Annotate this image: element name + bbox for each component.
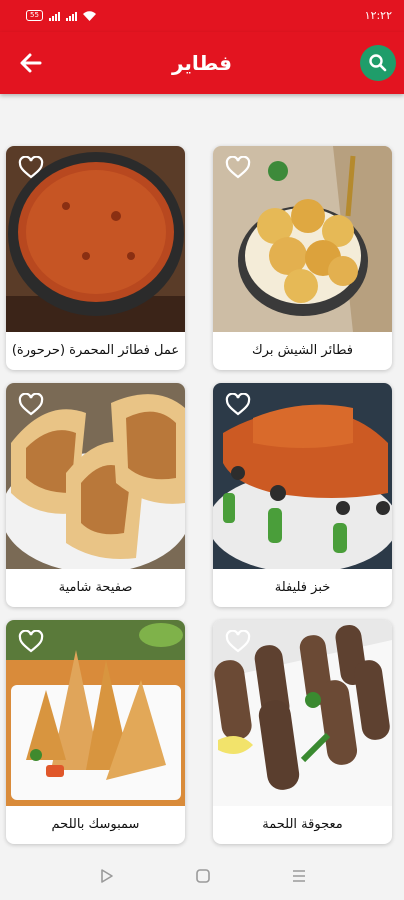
recipe-title: صفيحة شامية [58, 580, 133, 595]
recipe-card[interactable]: معجوقة اللحمة [213, 620, 392, 844]
heart-outline-icon[interactable] [225, 156, 251, 180]
status-time: ١٢:٢٢ [364, 9, 392, 22]
recipe-card[interactable]: خبز فليفلة [213, 383, 392, 607]
signal-icon [49, 12, 60, 21]
system-nav-bar [0, 852, 404, 900]
home-nav-icon[interactable] [195, 868, 211, 884]
search-icon [369, 54, 387, 72]
recipe-card[interactable]: صفيحة شامية [6, 383, 185, 607]
recipe-card[interactable]: فطائر الشيش برك [213, 146, 392, 370]
recipe-card[interactable]: عمل فطائر المحمرة (حرحورة) [6, 146, 185, 370]
status-bar: 55 ١٢:٢٢ [0, 0, 404, 32]
app-bar: فطاير [0, 32, 404, 94]
recipe-title: عمل فطائر المحمرة (حرحورة) [11, 343, 180, 358]
heart-outline-icon[interactable] [18, 393, 44, 417]
recipe-title: خبز فليفلة [274, 580, 331, 595]
heart-outline-icon[interactable] [18, 156, 44, 180]
menu-nav-icon[interactable] [291, 868, 307, 884]
status-icons: 55 [26, 10, 96, 21]
battery-level: 55 [30, 11, 39, 19]
battery-icon: 55 [26, 10, 43, 21]
back-nav-icon[interactable] [99, 868, 115, 884]
recipe-card[interactable]: سمبوسك باللحم [6, 620, 185, 844]
recipe-title: سمبوسك باللحم [51, 817, 140, 832]
heart-outline-icon[interactable] [225, 393, 251, 417]
wifi-icon [83, 11, 96, 21]
search-button[interactable] [360, 45, 396, 81]
signal-icon-2 [66, 12, 77, 21]
page-title: فطاير [171, 51, 233, 75]
recipe-title: فطائر الشيش برك [251, 343, 354, 358]
heart-outline-icon[interactable] [18, 630, 44, 654]
recipe-title: معجوقة اللحمة [262, 817, 343, 832]
heart-outline-icon[interactable] [225, 630, 251, 654]
